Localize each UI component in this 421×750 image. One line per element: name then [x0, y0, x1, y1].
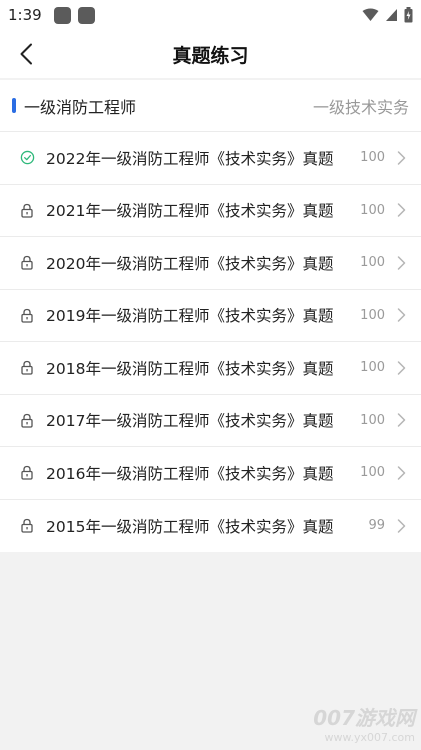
question-count: 100	[360, 307, 385, 323]
lock-icon	[18, 464, 36, 482]
lock-icon	[18, 517, 36, 535]
exam-list-item[interactable]: 2020年一级消防工程师《技术实务》真题 100	[0, 237, 421, 290]
question-count: 100	[360, 255, 385, 271]
wifi-icon	[362, 8, 379, 21]
exam-title: 2022年一级消防工程师《技术实务》真题	[46, 149, 334, 168]
lock-icon	[18, 359, 36, 377]
question-count: 100	[360, 465, 385, 481]
chevron-right-icon	[397, 361, 409, 375]
page-title: 真题练习	[172, 44, 249, 67]
check-circle-icon	[18, 149, 36, 167]
section-accent-bar	[12, 98, 16, 113]
exam-title: 2020年一级消防工程师《技术实务》真题	[46, 254, 334, 273]
exam-list-item[interactable]: 2018年一级消防工程师《技术实务》真题 100	[0, 342, 421, 395]
chevron-right-icon	[397, 413, 409, 427]
app-icon	[77, 6, 95, 24]
chevron-right-icon	[397, 466, 409, 480]
battery-icon	[404, 7, 413, 23]
watermark: 007游戏网 www.yx007.com	[313, 702, 415, 744]
exam-list-item[interactable]: 2015年一级消防工程师《技术实务》真题 99	[0, 500, 421, 553]
exam-list: 一级消防工程师 一级技术实务 2022年一级消防工程师《技术实务》真题 100 20…	[0, 80, 421, 552]
lock-icon	[18, 201, 36, 219]
exam-title: 2015年一级消防工程师《技术实务》真题	[46, 517, 334, 536]
status-bar: 1:39	[0, 0, 421, 30]
exam-list-item[interactable]: 2021年一级消防工程师《技术实务》真题 100	[0, 185, 421, 237]
chevron-right-icon	[397, 308, 409, 322]
exam-title: 2018年一级消防工程师《技术实务》真题	[46, 359, 334, 378]
exam-list-item[interactable]: 2022年一级消防工程师《技术实务》真题 100	[0, 132, 421, 185]
exam-title: 2019年一级消防工程师《技术实务》真题	[46, 307, 334, 326]
watermark-main: 007游戏网	[313, 706, 415, 730]
section-header: 一级消防工程师 一级技术实务	[0, 80, 421, 132]
chevron-right-icon	[397, 203, 409, 217]
app-header: 真题练习	[0, 30, 421, 78]
lock-icon	[18, 306, 36, 324]
subject-label[interactable]: 一级技术实务	[313, 94, 409, 118]
question-count: 99	[368, 518, 385, 534]
chevron-right-icon	[397, 256, 409, 270]
app-icon	[53, 6, 71, 24]
question-count: 100	[360, 202, 385, 218]
question-count: 100	[360, 150, 385, 166]
back-button[interactable]	[12, 40, 40, 68]
status-indicators	[362, 7, 413, 23]
watermark-sub: www.yx007.com	[324, 731, 415, 744]
exam-list-item[interactable]: 2019年一级消防工程师《技术实务》真题 100	[0, 290, 421, 342]
chevron-left-icon	[20, 43, 32, 65]
exam-title: 2017年一级消防工程师《技术实务》真题	[46, 412, 334, 431]
signal-icon	[386, 9, 397, 21]
chevron-right-icon	[397, 519, 409, 533]
lock-icon	[18, 411, 36, 429]
exam-list-item[interactable]: 2016年一级消防工程师《技术实务》真题 100	[0, 447, 421, 500]
lock-icon	[18, 254, 36, 272]
status-time: 1:39	[8, 6, 42, 24]
exam-title: 2021年一级消防工程师《技术实务》真题	[46, 202, 334, 221]
section-title: 一级消防工程师	[24, 97, 137, 117]
exam-title: 2016年一级消防工程师《技术实务》真题	[46, 464, 334, 483]
question-count: 100	[360, 360, 385, 376]
exam-list-item[interactable]: 2017年一级消防工程师《技术实务》真题 100	[0, 395, 421, 447]
question-count: 100	[360, 412, 385, 428]
chevron-right-icon	[397, 151, 409, 165]
